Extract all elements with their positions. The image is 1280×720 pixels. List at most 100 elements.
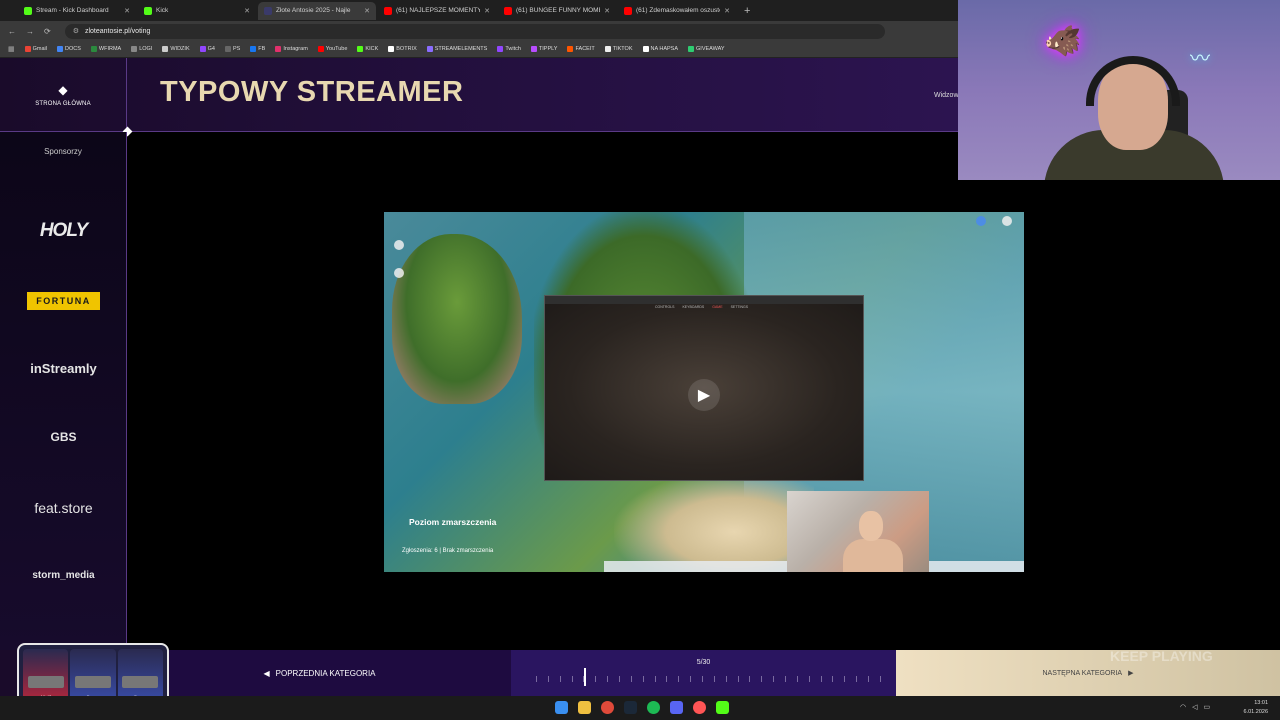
progress-tick[interactable] [559,676,561,682]
progress-tick[interactable] [595,676,597,682]
back-icon[interactable]: ← [8,27,16,36]
progress-tick[interactable] [856,676,858,682]
windows-start-icon[interactable] [555,701,568,714]
bookmark-item[interactable]: YouTube [317,46,348,52]
progress-tick[interactable] [630,676,632,682]
progress-tick[interactable] [725,676,727,682]
progress-tick[interactable] [547,676,549,682]
progress-tick[interactable] [879,676,881,682]
category-progress: 5/30 [511,650,896,696]
volume-icon[interactable]: ◁ [1192,703,1197,711]
browser-tab[interactable]: (61) NAJLEPSZE MOMENTY PO✕ [378,2,496,20]
arrow-left-icon: ◀ [263,668,270,678]
sponsor-gbs-logo[interactable]: GBS [0,430,127,444]
close-icon[interactable]: ✕ [604,7,610,15]
progress-tick[interactable] [642,676,644,682]
browser-tab[interactable]: Kick ✕ [138,2,256,20]
progress-tick[interactable] [713,676,715,682]
close-icon[interactable]: ✕ [724,7,730,15]
clock[interactable]: 13:01 6.01.2026 [1244,699,1268,717]
bookmark-icon [57,46,63,52]
bookmark-item[interactable]: GIVEAWAY [688,46,725,52]
browser-tab[interactable]: (61) Zdemaskowałem oszustó ✕ [618,2,736,20]
progress-tick[interactable] [737,676,739,682]
reload-icon[interactable]: ⟳ [44,27,51,36]
bookmark-icon [567,46,574,52]
close-icon[interactable]: ✕ [244,7,250,15]
sponsor-fortuna-logo[interactable]: FORTUNA [27,292,100,310]
sponsor-holy-logo[interactable]: HOLY [0,220,127,242]
progress-tick[interactable] [796,676,798,682]
bookmark-item[interactable]: TIKTOK [604,46,633,52]
browser-tab[interactable]: Stream - Kick Dashboard ✕ [18,2,136,20]
progress-tick[interactable] [749,676,751,682]
bookmark-item[interactable]: WIDZIK [162,46,190,52]
site-info-icon[interactable]: ⚙ [73,27,79,35]
neon-sign-icon: 〰 [1190,48,1210,70]
browser-tab[interactable]: Złote Antosie 2025 - Najle ✕ [258,1,376,20]
kick-icon[interactable] [716,701,729,714]
forward-icon[interactable]: → [26,27,34,36]
bookmark-icon [317,46,324,52]
bookmark-item[interactable]: STREAMELEMENTS [426,46,487,52]
discord-icon[interactable] [670,701,683,714]
wifi-icon[interactable]: ◠ [1180,703,1186,711]
browser-tab[interactable]: (61) BUNGEE FUNNY MOMENT ✕ [498,2,616,20]
bookmark-item[interactable]: DOCS [57,46,81,52]
close-icon[interactable]: ✕ [364,7,370,15]
bookmark-item[interactable]: LOGI [131,46,152,52]
progress-tick[interactable] [654,676,656,682]
bookmark-item[interactable]: Gmail [24,46,47,52]
sponsor-instreamly-logo[interactable]: inStreamly [0,361,127,376]
new-tab-icon[interactable]: + [744,5,750,17]
bookmark-item[interactable]: NA HAPSA [642,46,678,52]
bookmark-item[interactable]: FB [250,46,265,52]
bookmark-item[interactable]: Twitch [497,46,521,52]
chrome-icon[interactable] [601,701,614,714]
bookmark-item[interactable]: G4 [199,46,215,52]
sponsor-stormmedia-logo[interactable]: storm_media [0,570,127,581]
bookmark-label: YouTube [325,46,348,52]
address-bar[interactable]: ⚙ zloteantosie.pl/voting [64,23,885,39]
bookmark-icon [604,46,611,52]
progress-tick[interactable] [868,676,870,682]
category-title: TYPOWY STREAMER [160,76,464,108]
app-icon[interactable] [693,701,706,714]
progress-tick[interactable] [690,676,692,682]
bookmark-item[interactable]: WFIRMA [90,46,121,52]
progress-tick[interactable] [844,676,846,682]
progress-tick[interactable] [832,676,834,682]
bookmark-item[interactable]: FACEIT [567,46,595,52]
desktop-icon [1002,216,1012,226]
play-icon[interactable]: ▶ [688,379,720,411]
progress-tick[interactable] [773,676,775,682]
close-icon[interactable]: ✕ [484,7,490,15]
progress-tick[interactable] [808,676,810,682]
progress-tick[interactable] [785,676,787,682]
steam-icon[interactable] [624,701,637,714]
progress-tick[interactable] [678,676,680,682]
progress-tick[interactable] [761,676,763,682]
bookmark-item[interactable]: Instagram [275,46,308,52]
bookmark-item[interactable]: TIPPLY [530,46,557,52]
bookmark-item[interactable]: BOTRIX [388,46,417,52]
prev-category-button[interactable]: ◀ POPRZEDNIA KATEGORIA [128,650,511,696]
file-explorer-icon[interactable] [578,701,591,714]
progress-tick[interactable] [619,676,621,682]
spotify-icon[interactable] [647,701,660,714]
nominee-video[interactable]: CONTROLS KEYBOARDS GAME SETTINGS Poziom … [384,212,1024,572]
battery-icon[interactable]: ▭ [1204,703,1211,711]
progress-tick[interactable] [571,676,573,682]
progress-tick[interactable] [666,676,668,682]
close-icon[interactable]: ✕ [124,7,130,15]
apps-icon[interactable]: ▦ [8,45,15,53]
progress-tick[interactable] [607,676,609,682]
bookmark-item[interactable]: KICK [357,46,378,52]
progress-tick[interactable] [702,676,704,682]
bookmark-item[interactable]: PS [224,46,240,52]
progress-tick[interactable] [536,676,537,682]
next-category-button[interactable]: NASTĘPNA KATEGORIA ▶ [896,650,1280,696]
home-button[interactable]: ◆ STRONA GŁÓWNA [0,58,127,132]
sponsor-featstore-logo[interactable]: feat.store [0,500,127,516]
progress-tick[interactable] [820,676,822,682]
